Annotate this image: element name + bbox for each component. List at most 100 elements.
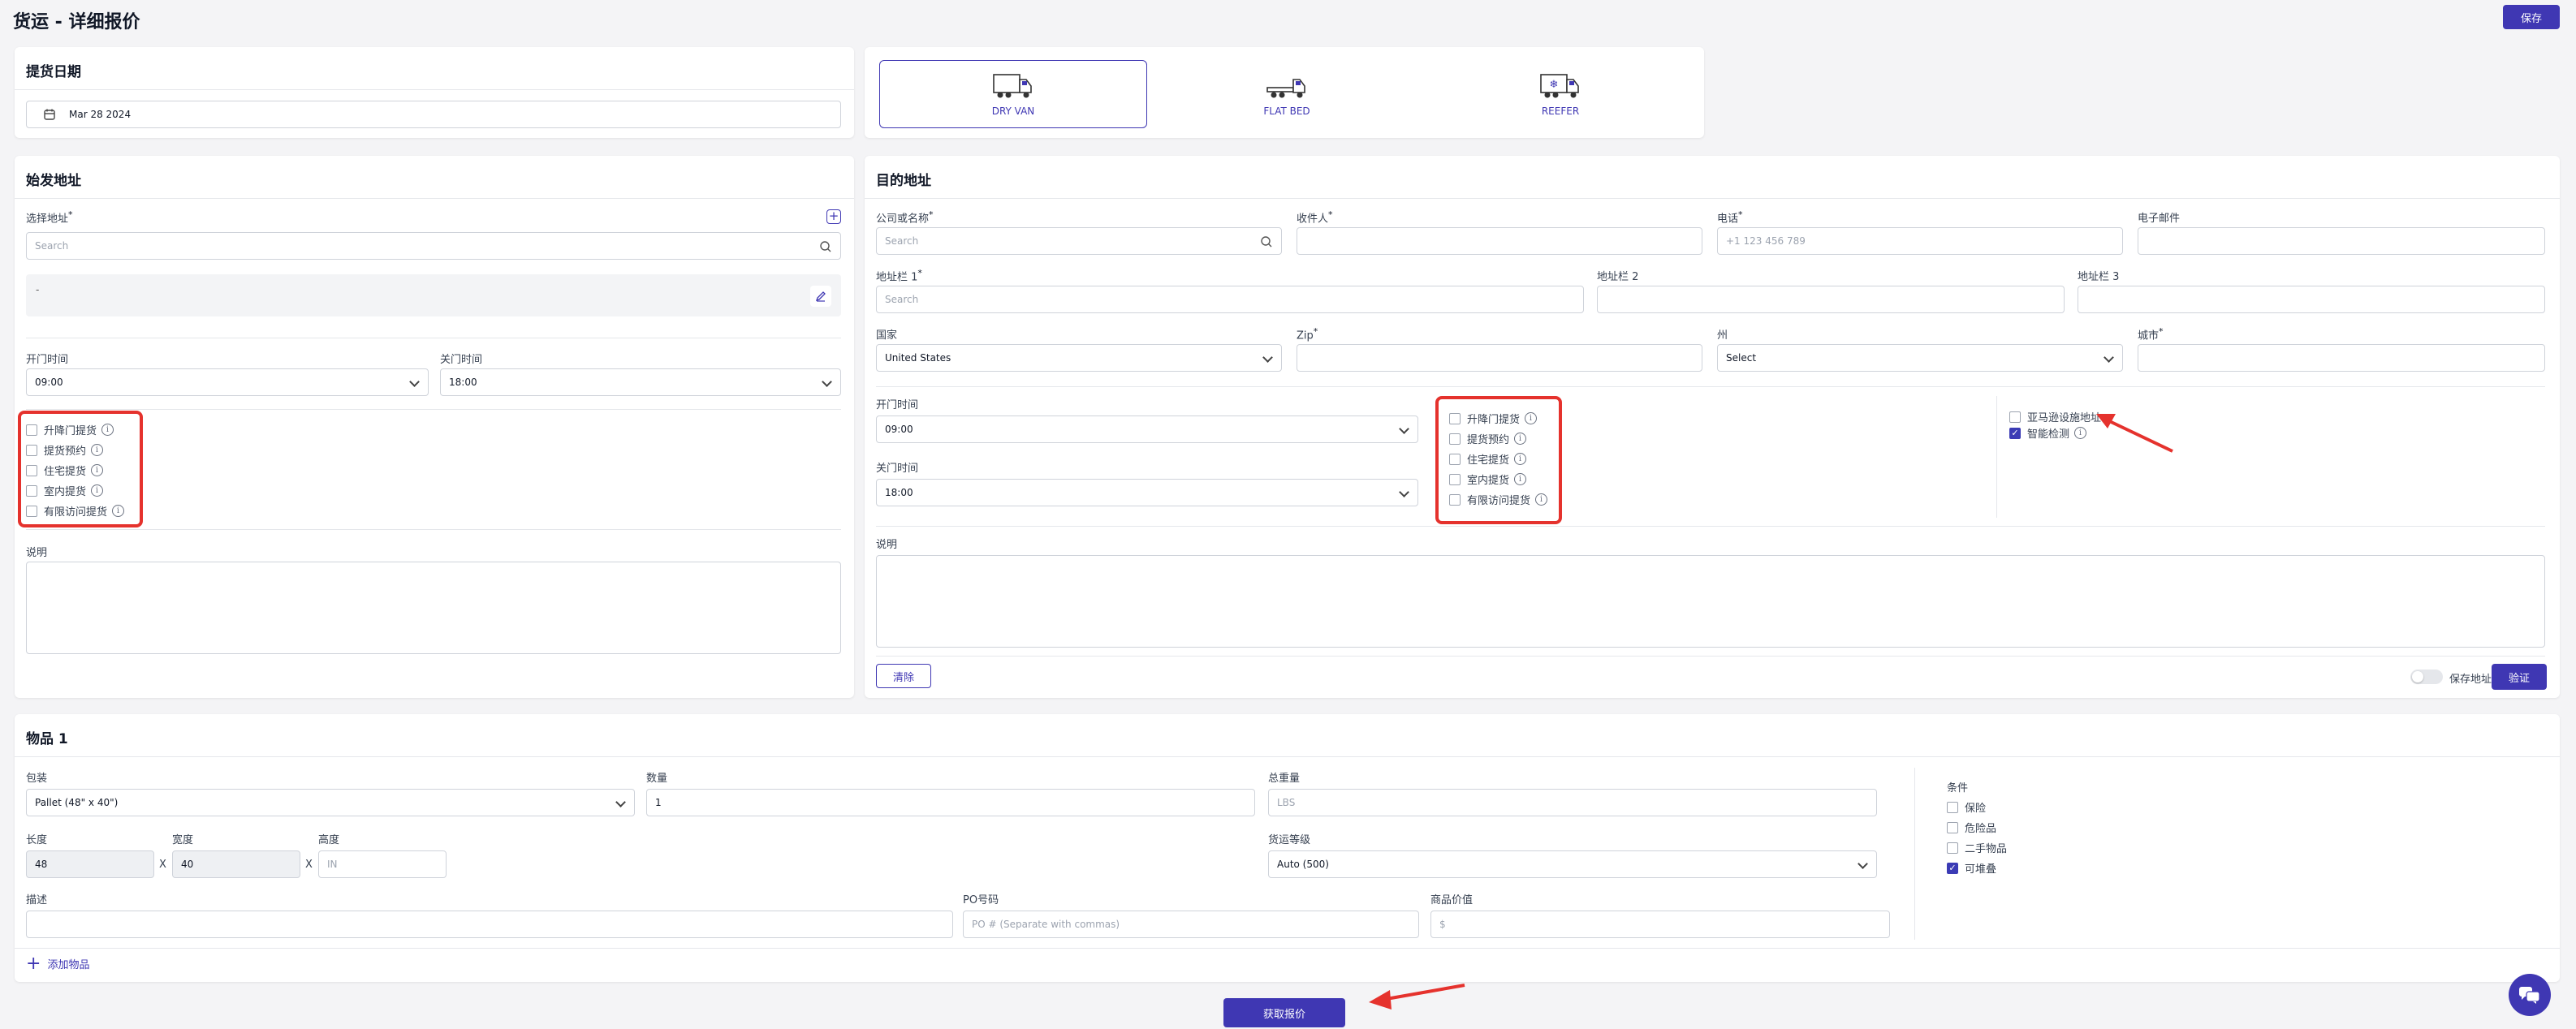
weight-input[interactable]: LBS bbox=[1268, 789, 1877, 816]
annotation-arrow bbox=[1369, 984, 1465, 1010]
width-value: 40 bbox=[181, 859, 194, 870]
phone-input[interactable]: +1 123 456 789 bbox=[1717, 227, 2123, 255]
country-label: 国家 bbox=[876, 329, 898, 342]
zip-label: Zip* bbox=[1297, 326, 1318, 342]
length-value: 48 bbox=[35, 859, 48, 870]
class-select[interactable]: Auto (500) bbox=[1268, 850, 1877, 878]
city-input[interactable] bbox=[2138, 344, 2545, 372]
add-address-icon[interactable]: + bbox=[826, 209, 841, 224]
search-icon bbox=[1261, 236, 1272, 248]
dest-close-time-label: 关门时间 bbox=[876, 463, 919, 475]
dest-notes-textarea[interactable] bbox=[876, 555, 2545, 648]
packaging-select[interactable]: Pallet (48" x 40") bbox=[26, 789, 635, 816]
verify-button[interactable]: 验证 bbox=[2492, 664, 2547, 690]
chevron-down-icon bbox=[615, 797, 626, 807]
length-input[interactable]: 48 bbox=[26, 850, 154, 878]
po-input[interactable]: PO # (Separate with commas) bbox=[963, 911, 1419, 938]
edit-address-button[interactable] bbox=[810, 286, 831, 307]
add-item-label: 添加物品 bbox=[47, 959, 90, 971]
pickup-date-card: 提货日期 Mar 28 2024 bbox=[15, 47, 854, 138]
condition-label: 保险 bbox=[1965, 803, 1987, 815]
save-address-toggle[interactable] bbox=[2410, 669, 2443, 684]
divider bbox=[876, 526, 2545, 527]
origin-notes-textarea[interactable] bbox=[26, 562, 841, 654]
dry-van-truck-icon bbox=[993, 74, 1032, 98]
quantity-input[interactable]: 1 bbox=[646, 789, 1255, 816]
po-placeholder: PO # (Separate with commas) bbox=[972, 919, 1120, 930]
address-line-3-input[interactable] bbox=[2078, 286, 2545, 313]
condition-label: 二手物品 bbox=[1965, 843, 2008, 855]
trailer-option-flat-bed[interactable]: FLAT BED bbox=[1153, 60, 1421, 128]
divider bbox=[26, 529, 841, 530]
dest-option-smart-detect[interactable]: ✓ 智能检测 i bbox=[2009, 425, 2087, 441]
checkbox-checked[interactable]: ✓ bbox=[2009, 427, 2021, 439]
pickup-date-input[interactable]: Mar 28 2024 bbox=[26, 101, 841, 128]
quantity-label: 数量 bbox=[646, 773, 668, 785]
height-input[interactable]: IN bbox=[318, 850, 447, 878]
checkbox-checked[interactable]: ✓ bbox=[1947, 862, 1958, 874]
weight-label: 总重量 bbox=[1268, 773, 1301, 785]
chevron-down-icon bbox=[1399, 424, 1409, 434]
address-line-2-input[interactable] bbox=[1597, 286, 2065, 313]
class-label: 货运等级 bbox=[1268, 834, 1311, 846]
dest-option-amazon-facility[interactable]: 亚马逊设施地址 bbox=[2009, 409, 2101, 424]
option-label: 智能检测 bbox=[2027, 428, 2070, 441]
checkbox[interactable] bbox=[2009, 411, 2021, 423]
dest-open-time-select[interactable]: 09:00 bbox=[876, 415, 1418, 443]
class-value: Auto (500) bbox=[1277, 859, 1329, 870]
state-value: Select bbox=[1726, 352, 1757, 364]
width-input[interactable]: 40 bbox=[172, 850, 300, 878]
width-label: 宽度 bbox=[172, 834, 194, 846]
condition-insurance[interactable]: 保险 bbox=[1947, 799, 1986, 815]
origin-close-time-value: 18:00 bbox=[449, 377, 477, 388]
value-input[interactable]: $ bbox=[1430, 911, 1890, 938]
description-label: 描述 bbox=[26, 894, 48, 906]
condition-stackable[interactable]: ✓ 可堆叠 bbox=[1947, 860, 1996, 876]
divider bbox=[876, 656, 2545, 657]
checkbox[interactable] bbox=[1947, 821, 1958, 833]
condition-used-goods[interactable]: 二手物品 bbox=[1947, 840, 2007, 855]
company-search-input[interactable]: Search bbox=[876, 227, 1282, 255]
page-title: 货运 - 详细报价 bbox=[13, 12, 140, 32]
checkbox[interactable] bbox=[1947, 801, 1958, 813]
chat-widget-button[interactable] bbox=[2509, 974, 2551, 1016]
dest-open-time-value: 09:00 bbox=[885, 424, 913, 435]
length-label: 长度 bbox=[26, 834, 48, 846]
info-icon[interactable]: i bbox=[2074, 427, 2087, 439]
toggle-knob bbox=[2412, 671, 2423, 682]
trailer-option-dry-van[interactable]: DRY VAN bbox=[879, 60, 1147, 128]
weight-placeholder: LBS bbox=[1277, 797, 1296, 808]
packaging-value: Pallet (48" x 40") bbox=[35, 797, 119, 808]
address-line-1-input[interactable]: Search bbox=[876, 286, 1584, 313]
origin-notes-label: 说明 bbox=[26, 547, 48, 559]
destination-card: 目的地址 公司或名称* Search 收件人* 电话* +1 123 456 7… bbox=[865, 156, 2560, 698]
receiver-input[interactable] bbox=[1297, 227, 1702, 255]
calendar-icon bbox=[44, 109, 55, 120]
description-input[interactable] bbox=[26, 911, 953, 938]
state-select[interactable]: Select bbox=[1717, 344, 2123, 372]
trailer-type-card: DRY VAN FLAT BED ❄ REEFER bbox=[865, 47, 1704, 138]
chevron-down-icon bbox=[2104, 352, 2114, 363]
height-placeholder: IN bbox=[327, 859, 338, 870]
city-label: 城市* bbox=[2138, 326, 2164, 342]
add-item-link[interactable]: + 添加物品 bbox=[26, 954, 90, 972]
value-placeholder: $ bbox=[1439, 919, 1446, 930]
zip-input[interactable] bbox=[1297, 344, 1702, 372]
origin-open-time-select[interactable]: 09:00 bbox=[26, 368, 429, 396]
get-quote-button[interactable]: 获取报价 bbox=[1223, 998, 1345, 1027]
chat-icon bbox=[2519, 987, 2540, 1004]
dest-close-time-select[interactable]: 18:00 bbox=[876, 479, 1418, 506]
address-preview-text: - bbox=[36, 284, 40, 295]
condition-hazmat[interactable]: 危险品 bbox=[1947, 820, 1996, 835]
origin-close-time-select[interactable]: 18:00 bbox=[440, 368, 841, 396]
clear-button[interactable]: 清除 bbox=[876, 664, 931, 688]
origin-search-input[interactable]: Search bbox=[26, 232, 841, 260]
chevron-down-icon bbox=[409, 377, 420, 387]
trailer-option-reefer[interactable]: ❄ REEFER bbox=[1426, 60, 1694, 128]
save-address-label: 保存地址 bbox=[2449, 674, 2492, 686]
checkbox[interactable] bbox=[1947, 842, 1958, 854]
save-button[interactable]: 保存 bbox=[2503, 5, 2560, 29]
country-select[interactable]: United States bbox=[876, 344, 1282, 372]
email-input[interactable] bbox=[2138, 227, 2545, 255]
annotation-arrow bbox=[2096, 414, 2173, 453]
